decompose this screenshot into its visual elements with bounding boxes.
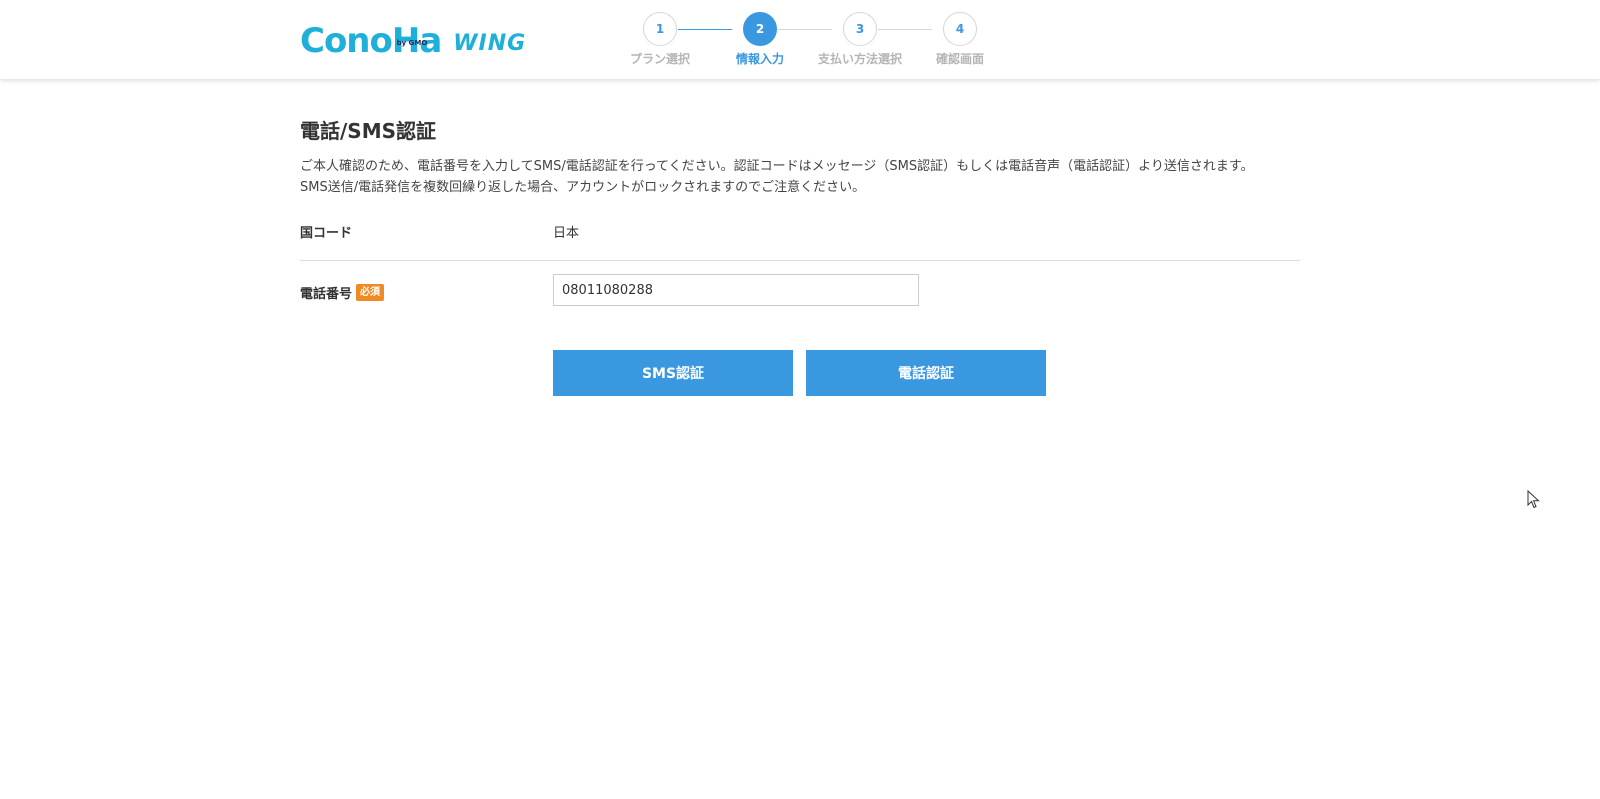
description: ご本人確認のため、電話番号を入力してSMS/電話認証を行ってください。認証コード…	[300, 156, 1300, 198]
step-2: 2 情報入力	[710, 12, 810, 67]
step-3: 3 支払い方法選択	[810, 12, 910, 67]
logo-wing-text: WING	[453, 31, 527, 56]
mouse-pointer-icon	[1527, 490, 1540, 509]
phone-number-input[interactable]	[553, 274, 919, 306]
step-label: 情報入力	[735, 52, 784, 66]
logo-conoha-text: ConoHa by GMO	[300, 21, 442, 61]
country-code-row: 国コード 日本	[300, 208, 1300, 261]
verification-form: 電話/SMS認証 ご本人確認のため、電話番号を入力してSMS/電話認証を行ってく…	[300, 116, 1300, 396]
description-line-1: ご本人確認のため、電話番号を入力してSMS/電話認証を行ってください。認証コード…	[300, 159, 1254, 174]
step-number: 4	[943, 12, 977, 46]
step-4: 4 確認画面	[910, 12, 1010, 67]
country-code-value: 日本	[553, 226, 580, 241]
phone-number-row: 電話番号 必須	[300, 261, 1300, 321]
phone-number-label: 電話番号	[300, 287, 353, 302]
step-number: 1	[643, 12, 677, 46]
conoha-wing-logo[interactable]: ConoHa by GMO WING	[300, 20, 526, 60]
country-code-label: 国コード	[300, 226, 353, 241]
step-label: 支払い方法選択	[817, 52, 902, 66]
logo-by-gmo: by GMO	[396, 39, 428, 47]
sms-verify-button[interactable]: SMS認証	[553, 350, 793, 396]
required-badge: 必須	[356, 284, 385, 301]
step-1: 1 プラン選択	[610, 12, 710, 67]
description-line-2: SMS送信/電話発信を複数回繰り返した場合、アカウントがロックされますのでご注意…	[300, 180, 866, 195]
page-title: 電話/SMS認証	[300, 119, 437, 143]
step-label: プラン選択	[629, 52, 690, 66]
progress-steps: 1 プラン選択 2 情報入力 3 支払い方法選択 4 確認画面	[610, 12, 1010, 72]
verification-buttons: SMS認証 電話認証	[553, 350, 1046, 396]
phone-number-label-group: 電話番号 必須	[300, 283, 385, 302]
site-header: ConoHa by GMO WING 1 プラン選択 2 情報入力 3 支払い方…	[0, 0, 1600, 79]
step-number: 2	[743, 12, 777, 46]
phone-verify-button[interactable]: 電話認証	[806, 350, 1046, 396]
step-number: 3	[843, 12, 877, 46]
step-label: 確認画面	[935, 52, 984, 66]
